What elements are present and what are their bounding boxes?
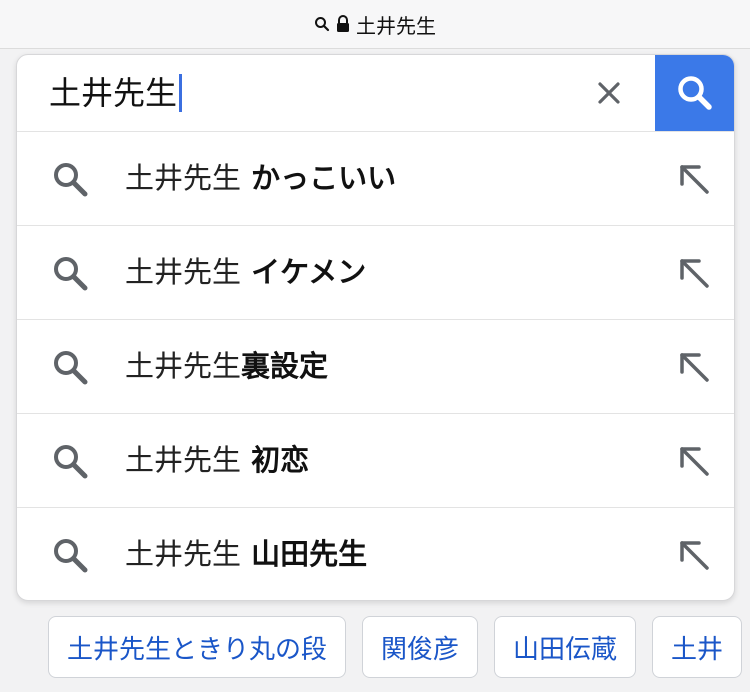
suggestion-text: 土井先生 イケメン (125, 255, 367, 289)
suggestion-text: 土井先生裏設定 (125, 349, 329, 383)
address-title: 土井先生 (356, 13, 436, 38)
related-chip[interactable]: 土井先生ときり丸の段 (48, 616, 347, 678)
search-icon (52, 349, 90, 391)
suggestion-text: 土井先生 初恋 (125, 443, 310, 477)
suggestion-item[interactable]: 土井先生 かっこいい (17, 132, 734, 226)
suggestion-text: 土井先生 山田先生 (125, 537, 368, 571)
search-icon (52, 443, 90, 485)
related-chip[interactable]: 山田伝蔵 (494, 616, 637, 678)
suggestion-list: 土井先生 かっこいい 土井先生 イケメン 土井先生裏設定 土井先生 初恋 土井先… (17, 132, 734, 600)
suggestion-item[interactable]: 土井先生裏設定 (17, 320, 734, 414)
fill-query-arrow-icon[interactable] (677, 256, 711, 294)
search-icon (314, 16, 330, 32)
search-icon (52, 537, 90, 579)
text-caret (179, 74, 183, 112)
search-icon (52, 255, 90, 297)
search-icon (677, 76, 712, 110)
fill-query-arrow-icon[interactable] (677, 350, 711, 388)
related-chip[interactable]: 関俊彦 (362, 616, 479, 678)
search-box: 土井先生 (17, 55, 734, 132)
related-chip[interactable]: 土井 (652, 616, 743, 678)
clear-button[interactable] (591, 75, 627, 111)
suggestion-item[interactable]: 土井先生 イケメン (17, 226, 734, 320)
search-suggestions-panel: 土井先生 土井先生 かっこいい 土井先生 イケメン 土井先生裏設定 土井先生 初… (16, 54, 735, 601)
search-query-text: 土井先生 (49, 74, 178, 112)
fill-query-arrow-icon[interactable] (677, 538, 711, 576)
address-bar[interactable]: 土井先生 (0, 0, 750, 49)
related-searches: 土井先生ときり丸の段 関俊彦 山田伝蔵 土井 (48, 616, 743, 678)
search-icon (52, 161, 90, 203)
fill-query-arrow-icon[interactable] (677, 444, 711, 482)
search-input[interactable]: 土井先生 (49, 71, 183, 115)
suggestion-text: 土井先生 かっこいい (125, 161, 397, 195)
close-icon (598, 82, 620, 104)
suggestion-item[interactable]: 土井先生 山田先生 (17, 508, 734, 600)
fill-query-arrow-icon[interactable] (677, 162, 711, 200)
lock-icon (336, 15, 350, 33)
search-submit-button[interactable] (655, 55, 734, 131)
suggestion-item[interactable]: 土井先生 初恋 (17, 414, 734, 508)
